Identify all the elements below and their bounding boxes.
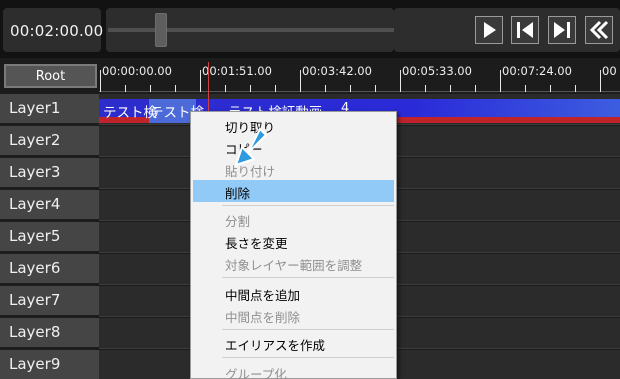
step-back-button[interactable] xyxy=(511,16,539,44)
layer-label-5[interactable]: Layer5 xyxy=(0,222,99,253)
ruler-subtick xyxy=(225,85,226,92)
ruler-subtick xyxy=(475,85,476,92)
ruler-label: 00:01:51.00 xyxy=(202,64,272,78)
ruler-subtick xyxy=(175,85,176,92)
clip-label-a: テスト検 xyxy=(103,105,157,121)
ruler-tick xyxy=(400,70,401,92)
root-button[interactable]: Root xyxy=(4,64,97,88)
ruler-subtick xyxy=(275,85,276,92)
ruler-subtick xyxy=(575,85,576,92)
seek-thumb[interactable] xyxy=(155,13,167,47)
menu-item-copy[interactable]: コピー xyxy=(193,136,394,158)
ruler-tick xyxy=(600,70,601,92)
ruler-label: 00:00:00.00 xyxy=(102,64,172,78)
menu-item-cut[interactable]: 切り取り xyxy=(193,114,394,136)
layer-label-2[interactable]: Layer2 xyxy=(0,126,99,157)
ruler-tick xyxy=(300,70,301,92)
menu-item-delete[interactable]: 削除 xyxy=(193,180,394,202)
menu-item-change-length[interactable]: 長さを変更 xyxy=(193,230,394,252)
menu-separator xyxy=(222,329,394,330)
ruler-subtick xyxy=(550,85,551,92)
arrow-pointer-icon xyxy=(235,128,267,166)
menu-separator xyxy=(222,205,394,206)
layer-label-4[interactable]: Layer4 xyxy=(0,190,99,221)
ruler-subtick xyxy=(350,85,351,92)
layer-label-7[interactable]: Layer7 xyxy=(0,286,99,317)
ruler-subtick xyxy=(425,85,426,92)
layer-label-1[interactable]: Layer1 xyxy=(0,94,99,125)
rewind-icon xyxy=(589,20,609,40)
layer-label-6[interactable]: Layer6 xyxy=(0,254,99,285)
ruler-tick xyxy=(500,70,501,92)
menu-item-remove-midpoint[interactable]: 中間点を削除 xyxy=(193,304,394,326)
step-forward-button[interactable] xyxy=(548,16,576,44)
context-menu: 切り取り コピー 貼り付け 削除 分割 長さを変更 対象レイヤー範囲を調整 中間… xyxy=(190,111,397,379)
menu-item-group[interactable]: グループ化 xyxy=(193,361,394,379)
ruler-label: 00:03:42.00 xyxy=(302,64,372,78)
menu-item-adjust-range[interactable]: 対象レイヤー範囲を調整 xyxy=(193,252,394,274)
ruler-tick xyxy=(100,70,101,92)
layer-label-9[interactable]: Layer9 xyxy=(0,350,99,379)
ruler-subtick xyxy=(125,85,126,92)
layer-label-3[interactable]: Layer3 xyxy=(0,158,99,189)
play-icon xyxy=(484,22,496,38)
play-button[interactable] xyxy=(475,16,503,44)
step-forward-icon xyxy=(554,22,570,38)
ruler-subtick xyxy=(150,85,151,92)
ruler-subtick xyxy=(375,85,376,92)
ruler-subtick xyxy=(450,85,451,92)
menu-separator xyxy=(222,357,394,358)
menu-item-create-alias[interactable]: エイリアスを作成 xyxy=(193,332,394,354)
menu-item-split[interactable]: 分割 xyxy=(193,208,394,230)
ruler-tick xyxy=(200,70,201,92)
current-time: 00:02:00.00 xyxy=(10,22,104,40)
ruler-label: 00:07:24.00 xyxy=(502,64,572,78)
ruler-label: 00:05:33.00 xyxy=(402,64,472,78)
layer-label-8[interactable]: Layer8 xyxy=(0,318,99,349)
ruler-subtick xyxy=(250,85,251,92)
menu-separator xyxy=(222,277,394,278)
menu-item-paste[interactable]: 貼り付け xyxy=(193,158,394,180)
rewind-button[interactable] xyxy=(585,16,613,44)
step-back-icon xyxy=(517,22,533,38)
ruler-subtick xyxy=(325,85,326,92)
menu-item-add-midpoint[interactable]: 中間点を追加 xyxy=(193,282,394,304)
ruler-label: 00 xyxy=(602,64,617,78)
ruler-subtick xyxy=(525,85,526,92)
transport-bar: 00:02:00.00 xyxy=(0,0,620,58)
